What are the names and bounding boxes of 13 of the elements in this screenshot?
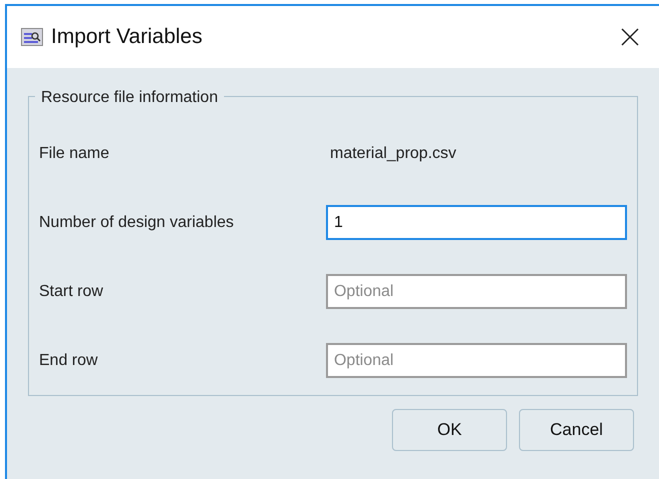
field-label: Number of design variables xyxy=(39,212,235,232)
field-label: File name xyxy=(39,144,110,164)
file-name-value: material_prop.csv xyxy=(330,144,456,164)
field-label: End row xyxy=(39,350,99,370)
dialog-button[interactable]: Cancel xyxy=(519,409,634,451)
input-field[interactable]: Optional xyxy=(326,343,627,378)
window-title: Import Variables xyxy=(51,24,202,50)
field-label: Start row xyxy=(39,282,104,302)
dialog-button[interactable]: OK xyxy=(392,409,507,451)
app-icon xyxy=(21,28,43,46)
input-field[interactable]: Optional xyxy=(326,274,627,309)
input-field[interactable]: 1 xyxy=(326,205,627,240)
close-icon xyxy=(621,28,639,46)
